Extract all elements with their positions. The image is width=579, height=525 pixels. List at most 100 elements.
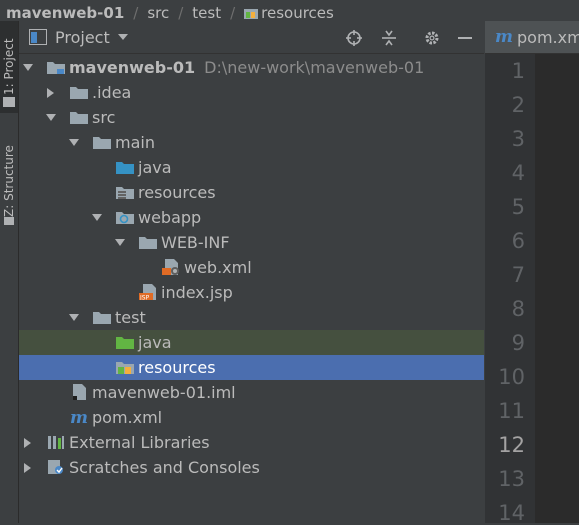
folder-icon: [70, 84, 88, 100]
scratches-icon: [47, 459, 65, 475]
chevron-right-icon[interactable]: [23, 463, 33, 473]
tree-item-label: Scratches and Consoles: [69, 458, 260, 477]
collapse-icon[interactable]: [381, 30, 397, 46]
line-number: 13: [498, 467, 525, 491]
code-editor[interactable]: [535, 54, 579, 523]
tree-item-test[interactable]: test: [19, 305, 484, 330]
tree-item-text: index.jsp: [161, 283, 233, 302]
line-number: 9: [511, 331, 525, 355]
chevron-right-icon[interactable]: [23, 438, 33, 448]
project-panel: Project mavenweb-01 D:\new-work\mavenweb-…: [19, 21, 484, 523]
tree-item-text: resources: [138, 358, 216, 377]
target-icon[interactable]: [346, 30, 362, 46]
tree-item-label: WEB-INF: [161, 233, 230, 252]
tree-item-label: src: [92, 108, 115, 127]
resources-folder-icon: [116, 184, 134, 200]
tree-item-main[interactable]: main: [19, 130, 484, 155]
xml-file-icon: [162, 259, 180, 275]
tree-item-label: java: [138, 158, 172, 177]
chevron-down-icon[interactable]: [117, 33, 128, 41]
chevron-down-icon[interactable]: [69, 313, 79, 323]
jsp-file-icon: JSP: [139, 284, 157, 302]
maven-icon: m: [495, 27, 513, 47]
chevron-down-icon[interactable]: [115, 238, 125, 248]
line-number: 12: [498, 433, 525, 457]
tree-item-idea[interactable]: .idea: [19, 80, 484, 105]
breadcrumb-item-src[interactable]: src: [147, 6, 169, 21]
chevron-right-icon[interactable]: [46, 88, 56, 98]
tree-item-src[interactable]: src: [19, 105, 484, 130]
tree-item-text: main: [115, 133, 155, 152]
resources-folder-icon: [244, 9, 259, 19]
line-number: 8: [511, 297, 525, 321]
breadcrumb-separator: /: [178, 4, 184, 21]
line-number: 2: [511, 93, 525, 117]
tree-item-label: External Libraries: [69, 433, 210, 452]
module-folder-icon: [47, 59, 65, 75]
chevron-down-icon[interactable]: [23, 63, 33, 73]
breadcrumb-item-test[interactable]: test: [192, 6, 221, 21]
tree-item-text: WEB-INF: [161, 233, 230, 252]
tree-item-label: resources: [138, 183, 216, 202]
tree-item-text: web.xml: [184, 258, 252, 277]
tree-item-mavenweb-01-iml[interactable]: mavenweb-01.iml: [19, 380, 484, 405]
tool-tab-structure[interactable]: Z: Structure: [0, 131, 18, 231]
tree-item-text: webapp: [138, 208, 202, 227]
tree-item-label: java: [138, 333, 172, 352]
line-number: 3: [511, 127, 525, 151]
gear-icon[interactable]: [424, 30, 440, 46]
tree-item-text: test: [115, 308, 146, 327]
tree-item-scratches-and-consoles[interactable]: Scratches and Consoles: [19, 455, 484, 480]
line-number: 14: [498, 501, 525, 525]
web-folder-icon: [116, 209, 134, 225]
editor-tab-pom[interactable]: m pom.xm: [485, 21, 579, 53]
svg-text:JSP: JSP: [139, 295, 150, 301]
tree-item-web-inf[interactable]: WEB-INF: [19, 230, 484, 255]
project-path-hint: D:\new-work\mavenweb-01: [204, 58, 425, 77]
tree-item-resources[interactable]: resources: [19, 355, 484, 380]
folder-icon: [139, 234, 157, 250]
tree-item-text: java: [138, 333, 172, 352]
tree-item-label: web.xml: [184, 258, 252, 277]
tool-tab-project-label: 1: Project: [2, 38, 16, 96]
tree-item-label: mavenweb-01 D:\new-work\mavenweb-01: [69, 58, 424, 77]
tree-item-text: External Libraries: [69, 433, 210, 452]
tree-item-webapp[interactable]: webapp: [19, 205, 484, 230]
project-view-title[interactable]: Project: [55, 28, 110, 47]
tree-item-java[interactable]: java: [19, 155, 484, 180]
library-icon: [47, 434, 65, 450]
svg-text:m: m: [70, 409, 88, 425]
structure-icon: [4, 217, 14, 225]
folder-icon: [93, 134, 111, 150]
chevron-down-icon[interactable]: [46, 113, 56, 123]
iml-file-icon: [70, 384, 88, 400]
tree-item-text: src: [92, 108, 116, 127]
line-number: 4: [511, 161, 525, 185]
test-folder-icon: [116, 334, 134, 350]
project-folder-icon: [3, 97, 15, 107]
chevron-down-icon[interactable]: [69, 138, 79, 148]
tree-item-web-xml[interactable]: web.xml: [19, 255, 484, 280]
tree-item-resources[interactable]: resources: [19, 180, 484, 205]
tree-item-pom-xml[interactable]: m pom.xml: [19, 405, 484, 430]
breadcrumb-item-resources[interactable]: resources: [244, 6, 334, 20]
tree-item-text: .idea: [92, 83, 132, 102]
tree-item-java[interactable]: java: [19, 330, 484, 355]
tree-item-label: pom.xml: [92, 408, 162, 427]
tree-item-text: mavenweb-01: [69, 58, 196, 77]
tree-item-external-libraries[interactable]: External Libraries: [19, 430, 484, 455]
tree-item-label: webapp: [138, 208, 201, 227]
editor-tab-label: pom.xm: [517, 27, 579, 47]
tree-item-mavenweb-01[interactable]: mavenweb-01 D:\new-work\mavenweb-01: [19, 55, 484, 80]
tree-item-label: .idea: [92, 83, 131, 102]
breadcrumb-item-project[interactable]: mavenweb-01: [6, 6, 124, 21]
chevron-down-icon[interactable]: [92, 213, 102, 223]
folder-icon: [93, 309, 111, 325]
breadcrumb-label: resources: [261, 4, 334, 21]
breadcrumb: mavenweb-01 / src / test / resources: [0, 0, 579, 20]
minimize-icon[interactable]: [457, 30, 473, 46]
line-number: 6: [511, 229, 525, 253]
breadcrumb-separator: /: [133, 4, 139, 21]
tree-item-index-jsp[interactable]: JSP index.jsp: [19, 280, 484, 305]
editor-area: m pom.xm 1 2 3 4 5 6 7 8 9 10 11 12 13 14: [485, 21, 579, 525]
